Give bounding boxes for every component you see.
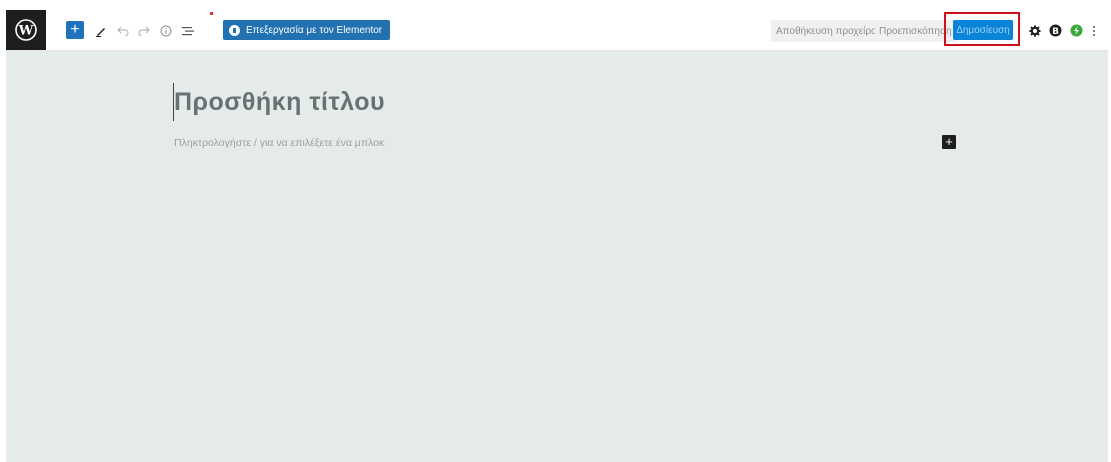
svg-text:B: B: [1052, 27, 1059, 37]
info-icon[interactable]: [159, 22, 173, 39]
undo-icon[interactable]: [116, 22, 130, 39]
editor-frame: W + Επεξεργασία με τον Elementor Αποθήκε…: [6, 10, 1108, 462]
status-dot: [210, 12, 213, 15]
redo-icon[interactable]: [137, 22, 151, 39]
top-toolbar: W + Επεξεργασία με τον Elementor Αποθήκε…: [6, 10, 1108, 51]
settings-gear-icon[interactable]: [1028, 24, 1041, 37]
svg-text:W: W: [18, 24, 34, 39]
plugin-green-icon[interactable]: [1070, 24, 1083, 37]
wordpress-logo-icon[interactable]: W: [6, 10, 46, 50]
preview-label: Προεπισκόπηση: [879, 25, 952, 37]
save-draft-button[interactable]: Αποθήκευση προχείρου: [771, 20, 888, 42]
elementor-icon: [229, 24, 240, 36]
post-title-input[interactable]: Προσθήκη τίτλου: [174, 88, 385, 117]
edit-with-elementor-label: Επεξεργασία με τον Elementor: [246, 24, 383, 36]
publish-label: Δημοσίευση: [956, 24, 1010, 36]
publish-button[interactable]: Δημοσίευση: [953, 20, 1013, 40]
tools-pencil-icon[interactable]: [94, 22, 108, 39]
edit-with-elementor-button[interactable]: Επεξεργασία με τον Elementor: [223, 20, 391, 40]
add-block-button[interactable]: +: [66, 21, 84, 39]
publish-highlight: Δημοσίευση: [944, 12, 1020, 46]
save-draft-label: Αποθήκευση προχείρου: [776, 25, 883, 37]
plugin-b-icon[interactable]: B: [1049, 24, 1062, 37]
more-options-icon[interactable]: [1090, 24, 1098, 37]
inline-add-block-button[interactable]: +: [942, 135, 956, 149]
list-view-icon[interactable]: [181, 22, 195, 39]
block-placeholder[interactable]: Πληκτρολογήστε / για να επιλέξετε ένα μπ…: [174, 137, 384, 149]
